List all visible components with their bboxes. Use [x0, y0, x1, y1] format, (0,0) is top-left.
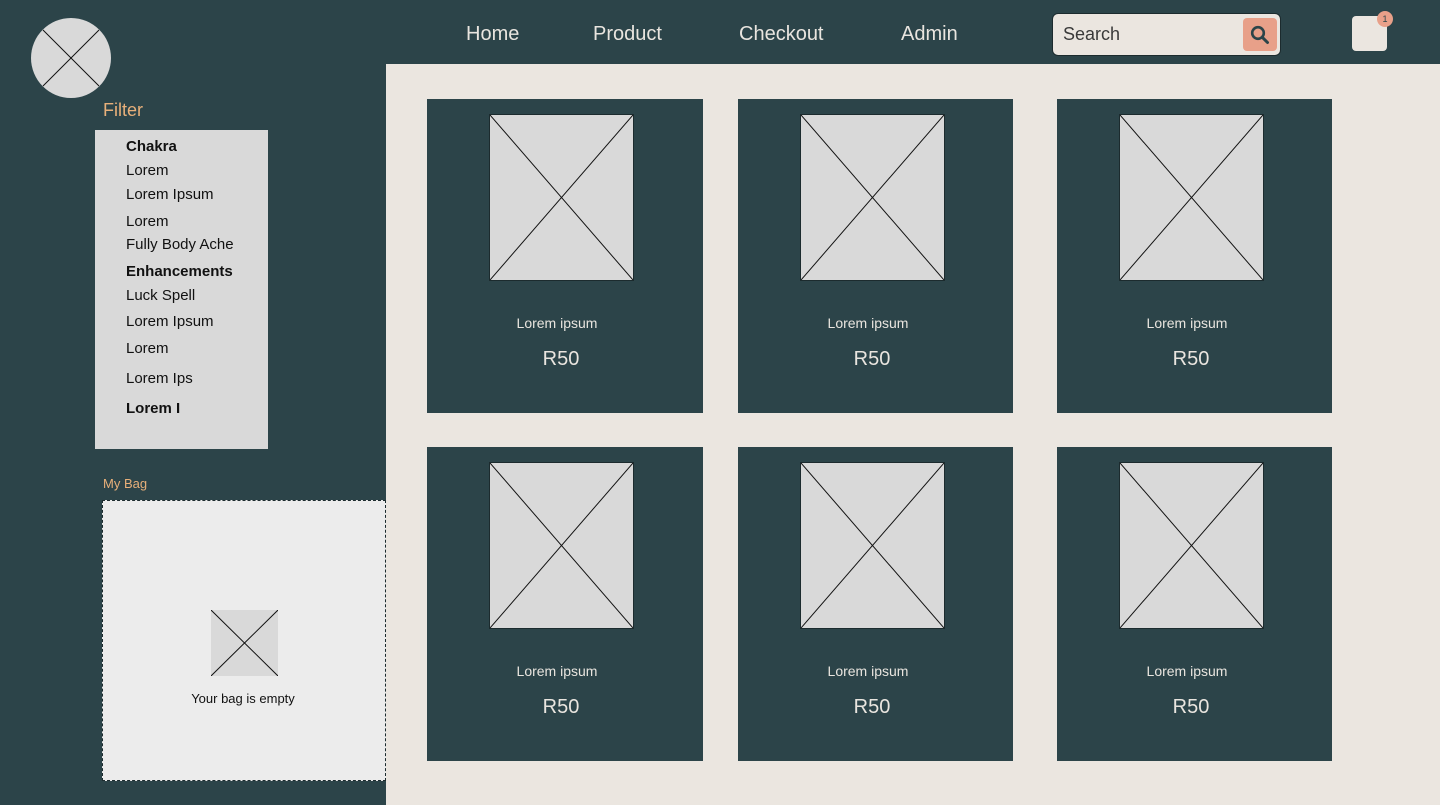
product-grid: Lorem ipsum R50 Lorem ipsum R50 Lorem ip… [386, 64, 1440, 805]
placeholder-image-icon [490, 463, 633, 628]
product-price: R50 [1172, 696, 1210, 718]
filter-item[interactable]: Lorem [126, 340, 169, 357]
filter-panel: Chakra Lorem Lorem Ipsum Lorem Fully Bod… [95, 130, 268, 449]
product-image [800, 114, 945, 281]
product-card[interactable]: Lorem ipsum R50 [427, 447, 703, 761]
product-name: Lorem ipsum [516, 315, 598, 331]
product-image [1119, 462, 1264, 629]
filter-item-fully-body-ache[interactable]: Fully Body Ache [126, 236, 234, 253]
placeholder-image-icon [1120, 463, 1263, 628]
product-image [1119, 114, 1264, 281]
filter-category-chakra[interactable]: Chakra [126, 138, 177, 155]
product-name: Lorem ipsum [827, 315, 909, 331]
product-card[interactable]: Lorem ipsum R50 [738, 447, 1013, 761]
search-input[interactable] [1063, 20, 1243, 48]
filter-item[interactable]: Lorem Ipsum [126, 313, 214, 330]
placeholder-image-icon [211, 610, 278, 676]
bag-empty-text: Your bag is empty [191, 691, 295, 706]
product-name: Lorem ipsum [516, 663, 598, 679]
product-name: Lorem ipsum [827, 663, 909, 679]
product-name: Lorem ipsum [1146, 663, 1228, 679]
product-image [800, 462, 945, 629]
placeholder-image-icon [490, 115, 633, 280]
search-icon [1250, 25, 1269, 44]
product-price: R50 [853, 348, 891, 370]
placeholder-image-icon [801, 463, 944, 628]
bag-placeholder-image [211, 610, 278, 676]
product-price: R50 [542, 348, 580, 370]
placeholder-image-icon [801, 115, 944, 280]
logo[interactable] [31, 18, 111, 98]
bag-panel: Your bag is empty [102, 500, 386, 781]
cart-badge: 1 [1377, 11, 1393, 27]
bag-title: My Bag [103, 476, 148, 491]
product-price: R50 [1172, 348, 1210, 370]
placeholder-image-icon [1120, 115, 1263, 280]
filter-item[interactable]: Lorem Ips [126, 370, 193, 387]
filter-item[interactable]: Lorem Ipsum [126, 186, 214, 203]
search-bar [1052, 13, 1281, 56]
product-price: R50 [542, 696, 580, 718]
product-card[interactable]: Lorem ipsum R50 [427, 99, 703, 413]
nav-admin[interactable]: Admin [901, 22, 958, 46]
product-card[interactable]: Lorem ipsum R50 [1057, 447, 1332, 761]
nav-home[interactable]: Home [466, 22, 519, 46]
filter-item-luck-spell[interactable]: Luck Spell [126, 287, 195, 304]
filter-item[interactable]: Lorem [126, 213, 169, 230]
product-image [489, 114, 634, 281]
filter-category[interactable]: Lorem I [126, 400, 180, 417]
nav-product[interactable]: Product [593, 22, 662, 46]
filter-item[interactable]: Lorem [126, 162, 169, 179]
product-card[interactable]: Lorem ipsum R50 [1057, 99, 1332, 413]
filter-category-enhancements[interactable]: Enhancements [126, 263, 233, 280]
product-card[interactable]: Lorem ipsum R50 [738, 99, 1013, 413]
product-image [489, 462, 634, 629]
search-button[interactable] [1243, 18, 1277, 51]
nav-checkout[interactable]: Checkout [739, 22, 824, 46]
placeholder-image-icon [42, 29, 100, 87]
product-price: R50 [853, 696, 891, 718]
product-name: Lorem ipsum [1146, 315, 1228, 331]
filter-title: Filter [103, 100, 143, 120]
